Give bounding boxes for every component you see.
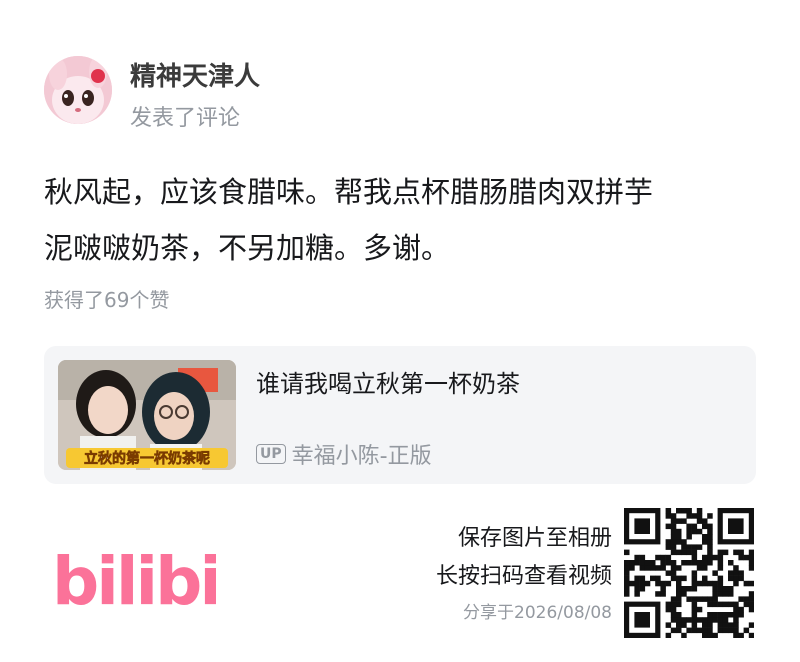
user-name[interactable]: 精神天津人	[130, 56, 260, 93]
avatar-illustration-icon	[44, 56, 112, 124]
video-thumbnail[interactable]: 立秋的第一杯奶茶呢	[58, 360, 236, 470]
comment-text: 秋风起，应该食腊味。帮我点杯腊肠腊肉双拼芋 泥啵啵奶茶，不另加糖。多谢。	[44, 164, 760, 276]
user-action-text: 发表了评论	[130, 106, 241, 131]
save-to-album-text: 保存图片至相册	[457, 526, 612, 551]
avatar[interactable]	[44, 56, 112, 124]
save-hint: 保存图片至相册 长按扫码查看视频 分享于2026/08/08	[436, 520, 612, 626]
qr-code-icon	[624, 508, 755, 639]
video-card[interactable]: 立秋的第一杯奶茶呢 谁请我喝立秋第一杯奶茶 UP 幸福小陈-正版	[44, 346, 756, 484]
video-thumbnail-image: 立秋的第一杯奶茶呢	[58, 360, 236, 470]
video-author-name: 幸福小陈-正版	[291, 444, 432, 469]
like-count: 获得了69个赞	[44, 288, 170, 312]
up-badge-icon: UP	[256, 444, 286, 464]
comment-line-1: 秋风起，应该食腊味。帮我点杯腊肠腊肉双拼芋	[44, 175, 654, 209]
bilibili-logo: bilibili	[52, 532, 261, 620]
video-author[interactable]: UP 幸福小陈-正版	[256, 438, 432, 470]
comment-line-2: 泥啵啵奶茶，不另加糖。多谢。	[44, 231, 451, 265]
share-date: 分享于2026/08/08	[463, 603, 612, 623]
video-title[interactable]: 谁请我喝立秋第一杯奶茶	[256, 364, 520, 399]
thumbnail-caption: 立秋的第一杯奶茶呢	[84, 450, 210, 467]
logo-text: bilibili	[52, 543, 216, 614]
scan-to-view-text: 长按扫码查看视频	[435, 564, 612, 589]
avatar-wrap[interactable]	[44, 56, 112, 124]
qr-code[interactable]	[624, 508, 755, 639]
